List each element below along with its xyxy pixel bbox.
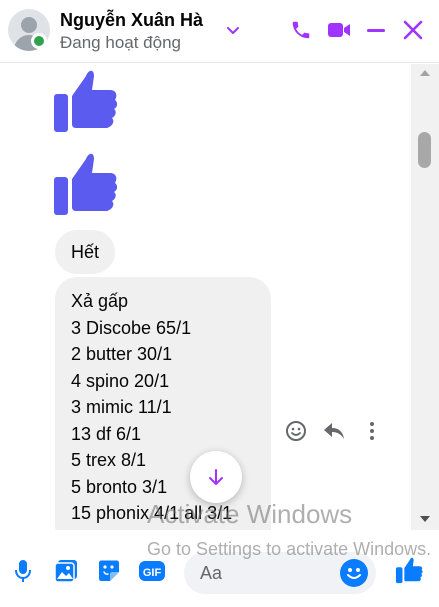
message-bubble[interactable]: Hết: [55, 230, 116, 274]
like-message[interactable]: [52, 66, 120, 134]
watermark-subtitle: Go to Settings to activate Windows.: [147, 539, 432, 559]
watermark-title: Activate Windows: [147, 499, 353, 529]
message-line: 13 df 6/1: [71, 423, 142, 444]
contact-name[interactable]: Nguyễn Xuân Hà: [60, 10, 203, 31]
message-line: 4 spino 20/1: [71, 370, 170, 391]
gif-label: GIF: [143, 567, 162, 579]
message-line: Xả gấp: [71, 291, 129, 311]
sticker-icon[interactable]: [95, 557, 123, 585]
scroll-thumb[interactable]: [418, 132, 431, 168]
avatar-head: [21, 17, 37, 33]
react-icon[interactable]: [283, 418, 309, 444]
chevron-down-icon[interactable]: [219, 16, 247, 44]
thumbs-up-icon: [54, 153, 118, 215]
video-camera-icon[interactable]: [325, 16, 353, 44]
thumbs-up-icon: [54, 70, 118, 132]
message-line: 2 butter 30/1: [71, 344, 173, 364]
like-message[interactable]: [52, 149, 120, 217]
close-icon[interactable]: [399, 16, 427, 44]
scroll-up-arrow[interactable]: [420, 70, 430, 76]
reply-icon[interactable]: [321, 418, 347, 444]
thumbs-up-send-icon[interactable]: [395, 556, 423, 584]
gif-icon[interactable]: GIF: [138, 557, 166, 585]
minimize-icon[interactable]: [362, 16, 390, 44]
chat-header: Nguyễn Xuân Hà Đang hoạt động: [0, 0, 439, 63]
message-list[interactable]: Hết Xả gấp 3 Discobe 65/1 2 butter 30/1 …: [0, 64, 439, 530]
online-status-dot: [31, 33, 47, 49]
arrow-down-icon: [209, 469, 223, 485]
gallery-icon[interactable]: [52, 557, 80, 585]
message-line: 3 Discobe 65/1: [71, 317, 192, 338]
scroll-down-arrow[interactable]: [420, 516, 430, 522]
emoji-icon[interactable]: [340, 559, 368, 587]
phone-icon[interactable]: [287, 16, 315, 44]
message-line: 3 mimic 11/1: [71, 397, 172, 417]
more-icon[interactable]: [359, 418, 385, 444]
contact-status: Đang hoạt động: [60, 33, 181, 52]
message-bubble[interactable]: Xả gấp 3 Discobe 65/1 2 butter 30/1 4 sp…: [55, 277, 271, 530]
scroll-to-bottom-button[interactable]: [190, 451, 242, 503]
scrollbar[interactable]: [411, 64, 439, 530]
microphone-icon[interactable]: [9, 557, 37, 585]
